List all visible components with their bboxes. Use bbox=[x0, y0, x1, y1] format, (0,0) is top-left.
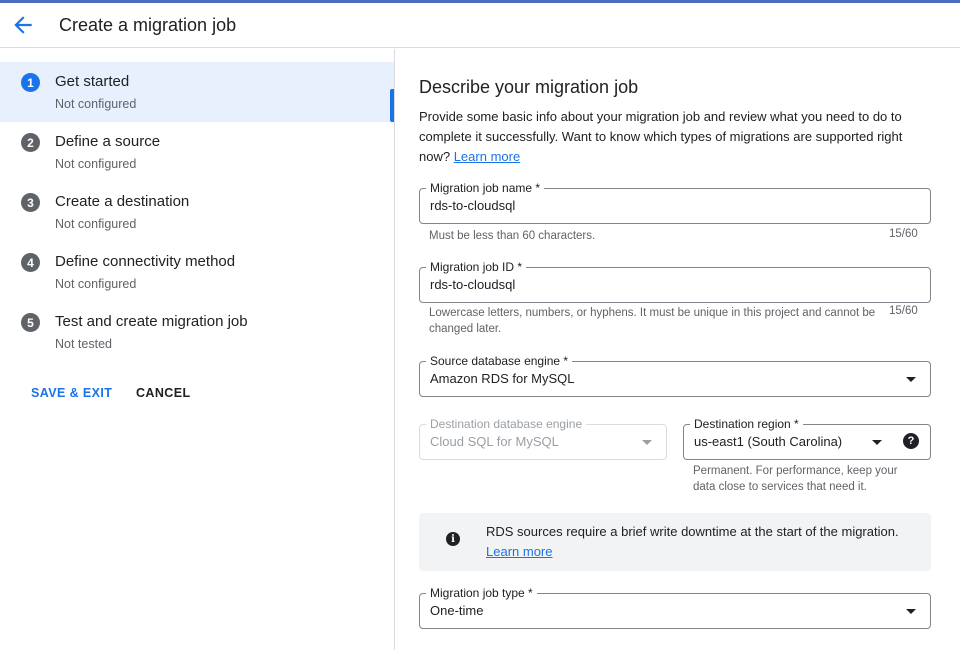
save-exit-button[interactable]: SAVE & EXIT bbox=[31, 386, 112, 400]
destination-engine-value: Cloud SQL for MySQL bbox=[430, 434, 559, 449]
step-status: Not configured bbox=[55, 217, 137, 231]
destination-engine-select: Destination database engine Cloud SQL fo… bbox=[419, 417, 667, 460]
job-type-value: One-time bbox=[430, 603, 484, 618]
job-type-select[interactable]: Migration job type * One-time bbox=[419, 586, 931, 629]
page-header: Create a migration job bbox=[0, 3, 960, 48]
step-test-and-create[interactable]: 5 Test and create migration job Not test… bbox=[0, 302, 394, 362]
job-id-input[interactable]: Migration job ID * rds-to-cloudsql bbox=[419, 260, 931, 303]
step-number-badge: 4 bbox=[21, 253, 40, 272]
step-get-started[interactable]: 1 Get started Not configured bbox=[0, 62, 394, 122]
destination-region-value: us-east1 (South Carolina) bbox=[694, 434, 843, 449]
job-name-input[interactable]: Migration job name * rds-to-cloudsql bbox=[419, 181, 931, 224]
help-icon[interactable]: ? bbox=[903, 433, 919, 449]
step-number-badge: 5 bbox=[21, 313, 40, 332]
step-status: Not configured bbox=[55, 157, 137, 171]
destination-region-select[interactable]: Destination region * us-east1 (South Car… bbox=[683, 417, 931, 460]
dropdown-arrow-icon bbox=[642, 440, 652, 445]
source-engine-select[interactable]: Source database engine * Amazon RDS for … bbox=[419, 354, 931, 397]
section-description: Provide some basic info about your migra… bbox=[419, 107, 919, 167]
step-title: Test and create migration job bbox=[55, 313, 248, 330]
step-title: Define connectivity method bbox=[55, 253, 236, 270]
job-name-hint: Must be less than 60 characters. bbox=[429, 230, 596, 242]
step-status: Not tested bbox=[55, 337, 112, 351]
step-title: Create a destination bbox=[55, 193, 190, 210]
job-id-hint: Lowercase letters, numbers, or hyphens. … bbox=[429, 307, 876, 335]
destination-region-label: Destination region * bbox=[690, 417, 803, 431]
step-connectivity-method[interactable]: 4 Define connectivity method Not configu… bbox=[0, 242, 394, 302]
back-arrow-icon[interactable] bbox=[10, 12, 36, 38]
section-title: Describe your migration job bbox=[419, 77, 639, 97]
job-name-value: rds-to-cloudsql bbox=[430, 198, 516, 213]
step-status: Not configured bbox=[55, 97, 137, 111]
cancel-button[interactable]: CANCEL bbox=[136, 386, 190, 400]
step-title: Define a source bbox=[55, 133, 161, 150]
info-text: RDS sources require a brief write downti… bbox=[486, 524, 899, 539]
step-number-badge: 2 bbox=[21, 133, 40, 152]
job-id-label: Migration job ID * bbox=[426, 260, 527, 274]
job-name-label: Migration job name * bbox=[426, 181, 545, 195]
info-icon: i bbox=[446, 532, 460, 546]
rds-info-banner: i RDS sources require a brief write down… bbox=[419, 513, 931, 571]
dropdown-arrow-icon bbox=[906, 609, 916, 614]
source-engine-label: Source database engine * bbox=[426, 354, 573, 368]
job-id-value: rds-to-cloudsql bbox=[430, 277, 516, 292]
step-status: Not configured bbox=[55, 277, 137, 291]
step-number-badge: 3 bbox=[21, 193, 40, 212]
dropdown-arrow-icon bbox=[906, 377, 916, 382]
job-name-counter: 15/60 bbox=[889, 228, 918, 240]
step-create-destination[interactable]: 3 Create a destination Not configured bbox=[0, 182, 394, 242]
step-number-badge: 1 bbox=[21, 73, 40, 92]
info-learn-more-link[interactable]: Learn more bbox=[486, 544, 552, 559]
destination-engine-label: Destination database engine bbox=[426, 417, 587, 431]
job-type-label: Migration job type * bbox=[426, 586, 537, 600]
destination-region-hint: Permanent. For performance, keep your da… bbox=[693, 465, 898, 493]
learn-more-link[interactable]: Learn more bbox=[454, 149, 520, 164]
job-id-counter: 15/60 bbox=[889, 305, 918, 317]
main-form: Describe your migration job Provide some… bbox=[395, 49, 960, 650]
dropdown-arrow-icon bbox=[872, 440, 882, 445]
source-engine-value: Amazon RDS for MySQL bbox=[430, 371, 575, 386]
stepper-panel: 1 Get started Not configured 2 Define a … bbox=[0, 49, 394, 650]
page-title: Create a migration job bbox=[59, 15, 237, 35]
step-title: Get started bbox=[55, 73, 130, 90]
step-define-source[interactable]: 2 Define a source Not configured bbox=[0, 122, 394, 182]
